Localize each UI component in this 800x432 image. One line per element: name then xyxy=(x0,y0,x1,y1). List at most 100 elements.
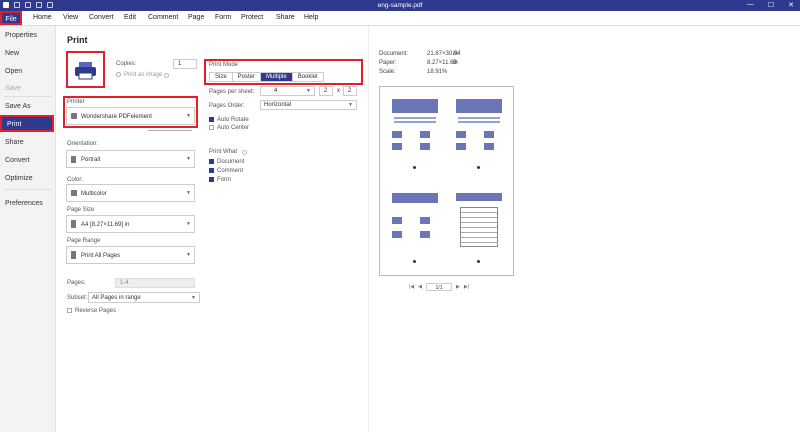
preview-page-2 xyxy=(450,93,508,173)
printer-dropdown[interactable]: Wondershare PDFelement ▼ xyxy=(66,107,195,125)
menu-file[interactable]: File xyxy=(0,11,22,25)
copies-input[interactable]: 1 xyxy=(173,59,197,69)
sidebar-item-open[interactable]: Open xyxy=(5,68,22,75)
page-graphic xyxy=(392,217,402,224)
auto-center-checkbox[interactable]: Auto Center xyxy=(209,125,249,131)
subset-dropdown[interactable]: All Pages in range ▼ xyxy=(88,292,200,303)
pages-value: 1-4 xyxy=(120,280,129,286)
print-button[interactable] xyxy=(66,51,105,88)
print-mode-poster[interactable]: Poster xyxy=(233,73,262,81)
printer-small-icon xyxy=(71,113,77,119)
page-size-dropdown[interactable]: A4 [8.27×11.69] in ▼ xyxy=(66,215,195,233)
menu-page[interactable]: Page xyxy=(188,14,204,21)
pages-per-sheet-x-input[interactable]: 2 xyxy=(319,86,333,96)
chevron-down-icon: ▼ xyxy=(348,102,353,108)
sidebar-item-print[interactable]: Print xyxy=(0,115,54,132)
sidebar-item-new[interactable]: New xyxy=(5,50,19,57)
print-settings-panel: Print Copies: 1 Print as image Printer W… xyxy=(57,26,367,432)
print-as-image-checkbox[interactable]: Print as image xyxy=(116,72,162,78)
print-what-form-checkbox[interactable]: Form xyxy=(209,177,231,183)
reverse-pages-checkbox[interactable]: Reverse Pages xyxy=(67,308,116,314)
pages-order-dropdown[interactable]: Horizontal ▼ xyxy=(260,100,357,110)
chevron-down-icon: ▼ xyxy=(306,88,311,94)
color-label: Color: xyxy=(67,177,84,183)
auto-rotate-box xyxy=(209,117,214,122)
document-box xyxy=(209,159,214,164)
print-what-comment-checkbox[interactable]: Comment xyxy=(209,168,243,174)
close-icon[interactable]: ✕ xyxy=(788,1,794,9)
page-table xyxy=(460,207,498,247)
sidebar-item-convert[interactable]: Convert xyxy=(5,157,30,164)
menu-comment[interactable]: Comment xyxy=(148,14,178,21)
pages-per-sheet-label: Pages per sheet: xyxy=(209,89,255,95)
minimize-icon[interactable]: — xyxy=(747,1,754,9)
page-image xyxy=(456,193,502,201)
menu-help[interactable]: Help xyxy=(304,14,318,21)
sidebar-item-save-as[interactable]: Save As xyxy=(5,103,31,110)
page-range-dropdown[interactable]: Print All Pages ▼ xyxy=(66,246,195,264)
pages-input[interactable]: 1-4 xyxy=(115,278,195,288)
page-graphic xyxy=(392,143,402,150)
chevron-down-icon: ▼ xyxy=(186,156,191,162)
menu-convert[interactable]: Convert xyxy=(89,14,114,21)
print-mode-size[interactable]: Size xyxy=(210,73,233,81)
sidebar-item-optimize[interactable]: Optimize xyxy=(5,175,33,182)
preview-page-1 xyxy=(386,93,444,173)
page-graphic xyxy=(484,143,494,150)
file-sidebar: Properties New Open Save Save As Print S… xyxy=(0,26,56,432)
page-graphic xyxy=(420,231,430,238)
maximize-icon[interactable]: ☐ xyxy=(768,1,774,9)
reverse-pages-label: Reverse Pages xyxy=(75,308,117,315)
preview-page-navigation: |◀ ◀ 1/1 ▶ ▶| xyxy=(409,283,469,291)
menu-view[interactable]: View xyxy=(63,14,78,21)
sidebar-item-share[interactable]: Share xyxy=(5,139,24,146)
page-size-label: Page Size xyxy=(67,207,95,213)
menu-protect[interactable]: Protect xyxy=(241,14,263,21)
pages-order-value: Horizontal xyxy=(264,102,292,108)
print-mode-multiple[interactable]: Multiple xyxy=(261,73,293,81)
form-label: Form xyxy=(217,177,231,184)
print-preview-panel: Document: 21.87×30.94 in Paper: 8.27×11.… xyxy=(368,26,800,432)
print-what-document-checkbox[interactable]: Document xyxy=(209,159,244,165)
document-size-unit: in xyxy=(453,51,458,57)
page-graphic xyxy=(420,131,430,138)
page-image xyxy=(392,99,438,113)
scale-label: Scale: xyxy=(379,69,396,75)
pages-per-sheet-y-input[interactable]: 2 xyxy=(343,86,357,96)
text-line xyxy=(458,121,500,123)
color-dropdown[interactable]: Multicolor ▼ xyxy=(66,184,195,202)
next-page-icon[interactable]: ▶ xyxy=(456,284,460,290)
menu-edit[interactable]: Edit xyxy=(124,14,136,21)
pages-per-sheet-x: 2 xyxy=(324,88,328,94)
preview-page-3 xyxy=(386,187,444,267)
link-underline xyxy=(148,130,192,131)
sidebar-divider xyxy=(4,96,52,97)
sidebar-item-properties[interactable]: Properties xyxy=(5,32,37,39)
first-page-icon[interactable]: |◀ xyxy=(409,284,414,290)
page-size-value: A4 [8.27×11.69] in xyxy=(81,222,130,228)
sidebar-item-save[interactable]: Save xyxy=(5,85,21,92)
copies-label: Copies: xyxy=(116,61,137,67)
prev-page-icon[interactable]: ◀ xyxy=(418,284,422,290)
auto-rotate-checkbox[interactable]: Auto Rotate xyxy=(209,117,249,123)
print-mode-booklet[interactable]: Booklet xyxy=(293,73,323,81)
menu-share[interactable]: Share xyxy=(276,14,295,21)
portrait-icon xyxy=(71,156,76,163)
page-number-dot xyxy=(477,260,480,263)
orientation-dropdown[interactable]: Portrait ▼ xyxy=(66,150,195,168)
sidebar-item-preferences[interactable]: Preferences xyxy=(5,200,43,207)
last-page-icon[interactable]: ▶| xyxy=(464,284,469,290)
page-number-dot xyxy=(413,166,416,169)
pages-per-sheet-dropdown[interactable]: 4 ▼ xyxy=(260,86,315,96)
auto-rotate-label: Auto Rotate xyxy=(217,117,249,124)
print-as-image-label: Print as image xyxy=(124,72,163,79)
menu-form[interactable]: Form xyxy=(215,14,231,21)
page-number-value: 1/1 xyxy=(435,285,443,291)
window-title: eng-sample.pdf xyxy=(377,2,423,9)
menu-bar: File Home View Convert Edit Comment Page… xyxy=(0,11,800,26)
info-icon xyxy=(164,73,169,78)
menu-home[interactable]: Home xyxy=(33,14,52,21)
page-number-input[interactable]: 1/1 xyxy=(426,283,453,291)
text-line xyxy=(394,121,436,123)
copies-value: 1 xyxy=(178,61,182,67)
